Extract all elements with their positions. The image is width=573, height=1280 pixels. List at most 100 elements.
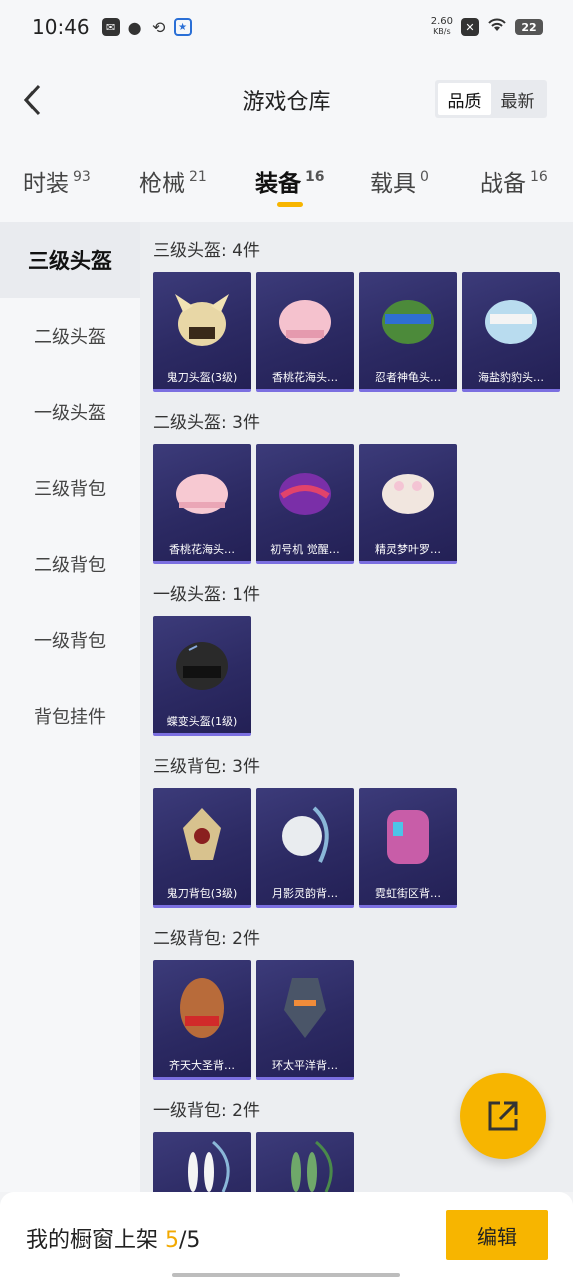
item-name: 海盐豹豹头… bbox=[478, 371, 544, 384]
category-tabs: 时装 93 枪械 21 装备 16 载具 0 战备 16 bbox=[0, 146, 573, 222]
golden-dragon-helmet-icon bbox=[175, 294, 229, 346]
tab-label: 枪械 bbox=[139, 171, 185, 197]
tab-label: 载具 bbox=[370, 171, 416, 197]
tab-vehicles[interactable]: 载具 0 bbox=[370, 164, 429, 198]
tab-label: 装备 bbox=[255, 171, 301, 197]
sidebar-item-level1-backpack[interactable]: 一级背包 bbox=[0, 602, 140, 678]
sidebar-item-level2-helmet[interactable]: 二级头盔 bbox=[0, 298, 140, 374]
item-card[interactable]: 鬼刀背包(3级) bbox=[153, 788, 251, 908]
item-name: 霓虹街区背… bbox=[375, 887, 441, 900]
pink-helmet-icon bbox=[176, 474, 228, 514]
tab-count: 0 bbox=[420, 169, 429, 185]
black-helmet-icon bbox=[176, 642, 228, 690]
item-card[interactable] bbox=[153, 1132, 251, 1192]
section-title: 二级头盔: 3件 bbox=[153, 413, 260, 433]
sync-icon: ⟲ bbox=[151, 17, 166, 37]
item-name: 月影灵韵背… bbox=[272, 887, 338, 900]
showcase-label: 我的橱窗上架 bbox=[26, 1228, 159, 1253]
sidebar: 三级头盔 二级头盔 一级头盔 三级背包 二级背包 一级背包 背包挂件 bbox=[0, 222, 140, 1192]
golden-backpack-icon bbox=[183, 808, 221, 860]
mail-icon: ✉ bbox=[101, 18, 120, 36]
item-card[interactable]: 海盐豹豹头… bbox=[462, 272, 560, 392]
tab-fashion[interactable]: 时装 93 bbox=[23, 164, 91, 198]
wifi-icon bbox=[487, 17, 507, 37]
item-name: 香桃花海头… bbox=[272, 371, 338, 384]
pink-helmet-icon bbox=[279, 300, 331, 344]
network-speed: 2.60 KB/s bbox=[431, 17, 453, 37]
tab-label: 战备 bbox=[480, 171, 526, 197]
tab-count: 93 bbox=[73, 169, 91, 185]
wechat-icon: ● bbox=[127, 17, 142, 37]
moon-backpack-icon bbox=[282, 806, 329, 863]
mech-backpack-icon bbox=[284, 978, 326, 1038]
item-name: 环太平洋背… bbox=[272, 1059, 338, 1072]
footer-bar: 我的橱窗上架 5/5 编辑 bbox=[0, 1192, 573, 1280]
item-card[interactable]: 香桃花海头… bbox=[153, 444, 251, 564]
showcase-count-current: 5 bbox=[165, 1228, 180, 1253]
section-title: 一级头盔: 1件 bbox=[153, 585, 260, 605]
tab-supplies[interactable]: 战备 16 bbox=[480, 164, 548, 198]
sort-toggle: 品质 最新 bbox=[435, 80, 547, 118]
header: 游戏仓库 品质 最新 bbox=[0, 54, 573, 146]
showcase-status: 我的橱窗上架 5/5 bbox=[26, 1222, 200, 1254]
item-card[interactable]: 齐天大圣背… bbox=[153, 960, 251, 1080]
item-card[interactable]: 香桃花海头… bbox=[256, 272, 354, 392]
sidebar-item-level3-helmet[interactable]: 三级头盔 bbox=[0, 222, 140, 298]
sidebar-item-level1-helmet[interactable]: 一级头盔 bbox=[0, 374, 140, 450]
home-indicator[interactable] bbox=[172, 1273, 400, 1277]
tab-label: 时装 bbox=[23, 171, 69, 197]
item-card[interactable]: 鬼刀头盔(3级) bbox=[153, 272, 251, 392]
item-name: 齐天大圣背… bbox=[169, 1059, 235, 1072]
purple-helmet-icon bbox=[279, 473, 331, 515]
active-tab-indicator bbox=[277, 202, 303, 207]
item-name: 精灵梦叶罗… bbox=[375, 543, 441, 556]
tab-count: 16 bbox=[530, 169, 548, 185]
item-grid: 三级头盔: 4件 鬼刀头盔(3级) 香桃花海头… 忍者神龟头… 海盐豹豹头… 二… bbox=[140, 222, 573, 1192]
sidebar-item-level3-backpack[interactable]: 三级背包 bbox=[0, 450, 140, 526]
monkey-king-backpack-icon bbox=[180, 978, 224, 1038]
edit-button[interactable]: 编辑 bbox=[446, 1210, 548, 1260]
item-name: 忍者神龟头… bbox=[375, 371, 441, 384]
speed-unit: KB/s bbox=[433, 27, 451, 36]
item-card[interactable]: 精灵梦叶罗… bbox=[359, 444, 457, 564]
tab-count: 21 bbox=[189, 169, 207, 185]
sim-off-icon: ✕ bbox=[461, 18, 479, 36]
item-card[interactable]: 蝶变头盔(1级) bbox=[153, 616, 251, 736]
item-name: 鬼刀头盔(3级) bbox=[166, 371, 238, 384]
showcase-count-total: /5 bbox=[179, 1228, 201, 1253]
external-link-icon bbox=[488, 1101, 518, 1131]
item-card[interactable]: 初号机 觉醒… bbox=[256, 444, 354, 564]
item-card[interactable]: 霓虹街区背… bbox=[359, 788, 457, 908]
ninja-turtle-helmet-icon bbox=[382, 300, 434, 344]
battery-icon: 22 bbox=[515, 19, 543, 35]
item-name: 蝶变头盔(1级) bbox=[166, 715, 238, 728]
sort-quality-button[interactable]: 品质 bbox=[438, 83, 491, 115]
item-name: 香桃花海头… bbox=[169, 543, 235, 556]
item-card[interactable]: 忍者神龟头… bbox=[359, 272, 457, 392]
section-title: 二级背包: 2件 bbox=[153, 929, 260, 949]
speed-value: 2.60 bbox=[430, 16, 453, 27]
item-card[interactable]: 环太平洋背… bbox=[256, 960, 354, 1080]
bunny-backpack-icon bbox=[188, 1140, 230, 1192]
tab-firearms[interactable]: 枪械 21 bbox=[139, 164, 207, 198]
item-name: 初号机 觉醒… bbox=[270, 543, 340, 556]
app-badge-icon: ★ bbox=[173, 18, 192, 36]
item-name: 鬼刀背包(3级) bbox=[166, 887, 238, 900]
tab-count: 16 bbox=[305, 169, 325, 185]
item-card[interactable]: 月影灵韵背… bbox=[256, 788, 354, 908]
elf-helmet-icon bbox=[382, 474, 434, 514]
status-bar: 10:46 ✉ ● ⟲ ★ 2.60 KB/s ✕ 22 bbox=[0, 0, 573, 54]
sort-newest-button[interactable]: 最新 bbox=[491, 83, 544, 115]
neon-backpack-icon bbox=[387, 810, 429, 864]
share-button[interactable] bbox=[460, 1073, 546, 1159]
status-time: 10:46 bbox=[32, 15, 90, 39]
sidebar-item-level2-backpack[interactable]: 二级背包 bbox=[0, 526, 140, 602]
sidebar-item-backpack-pendant[interactable]: 背包挂件 bbox=[0, 678, 140, 754]
tab-equipment[interactable]: 装备 16 bbox=[255, 164, 324, 198]
item-card[interactable] bbox=[256, 1132, 354, 1192]
section-title: 三级背包: 3件 bbox=[153, 757, 260, 777]
blue-goggle-helmet-icon bbox=[485, 300, 537, 344]
section-title: 三级头盔: 4件 bbox=[153, 241, 260, 261]
section-title: 一级背包: 2件 bbox=[153, 1101, 260, 1121]
green-bunny-backpack-icon bbox=[291, 1140, 333, 1192]
